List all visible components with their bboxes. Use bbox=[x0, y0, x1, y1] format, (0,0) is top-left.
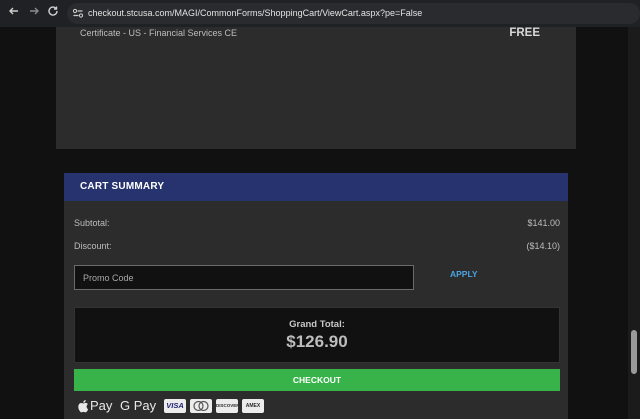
discover-text: DISCOVER bbox=[216, 403, 240, 408]
amex-card-icon: AMEX bbox=[242, 399, 264, 413]
scrollbar-thumb[interactable] bbox=[631, 330, 637, 374]
google-pay-text: G Pay bbox=[120, 398, 157, 413]
cart-summary-header: CART SUMMARY bbox=[64, 173, 568, 201]
page-scrollbar[interactable] bbox=[628, 27, 640, 419]
forward-arrow-icon[interactable] bbox=[26, 5, 42, 21]
apple-pay-logo: Pay bbox=[78, 396, 112, 416]
mastercard-circles bbox=[193, 400, 209, 412]
discount-label: Discount: bbox=[74, 241, 112, 251]
back-arrow-icon[interactable] bbox=[6, 5, 22, 21]
amex-text: AMEX bbox=[245, 403, 261, 409]
product-name: Certificate - US - Financial Services CE bbox=[80, 28, 238, 38]
cart-summary-title: CART SUMMARY bbox=[80, 181, 165, 192]
apply-promo-button[interactable]: APPLY bbox=[450, 269, 478, 279]
apple-pay-text: Pay bbox=[90, 398, 113, 413]
checkout-button[interactable]: CHECKOUT bbox=[74, 369, 560, 391]
product-price: FREE bbox=[509, 27, 540, 39]
discount-value: ($14.10) bbox=[526, 241, 560, 251]
site-settings-icon[interactable] bbox=[71, 6, 87, 21]
discover-card-icon: DISCOVER bbox=[216, 399, 240, 413]
subtotal-value: $141.00 bbox=[527, 218, 560, 228]
url-text[interactable]: checkout.stcusa.com/MAGI/CommonForms/Sho… bbox=[88, 3, 422, 24]
mastercard-icon bbox=[190, 399, 212, 413]
grand-total-value: $126.90 bbox=[286, 332, 348, 351]
cart-item-panel: Certificate - US - Financial Services CE… bbox=[56, 27, 576, 149]
promo-code-input[interactable] bbox=[74, 265, 414, 290]
visa-card-icon: VISA bbox=[164, 399, 186, 413]
grand-total-label: Grand Total: bbox=[289, 319, 345, 330]
cart-summary-panel: CART SUMMARY Subtotal: $141.00 Discount:… bbox=[64, 173, 568, 419]
visa-text: VISA bbox=[166, 401, 184, 410]
grand-total-box: Grand Total: $126.90 bbox=[74, 307, 560, 363]
google-pay-logo: G Pay bbox=[120, 396, 156, 416]
subtotal-label: Subtotal: bbox=[74, 218, 110, 228]
apple-icon bbox=[78, 400, 89, 413]
reload-icon[interactable] bbox=[45, 5, 61, 21]
address-bar[interactable]: checkout.stcusa.com/MAGI/CommonForms/Sho… bbox=[67, 3, 640, 24]
browser-toolbar: checkout.stcusa.com/MAGI/CommonForms/Sho… bbox=[0, 0, 640, 27]
page-content: Certificate - US - Financial Services CE… bbox=[0, 27, 640, 419]
